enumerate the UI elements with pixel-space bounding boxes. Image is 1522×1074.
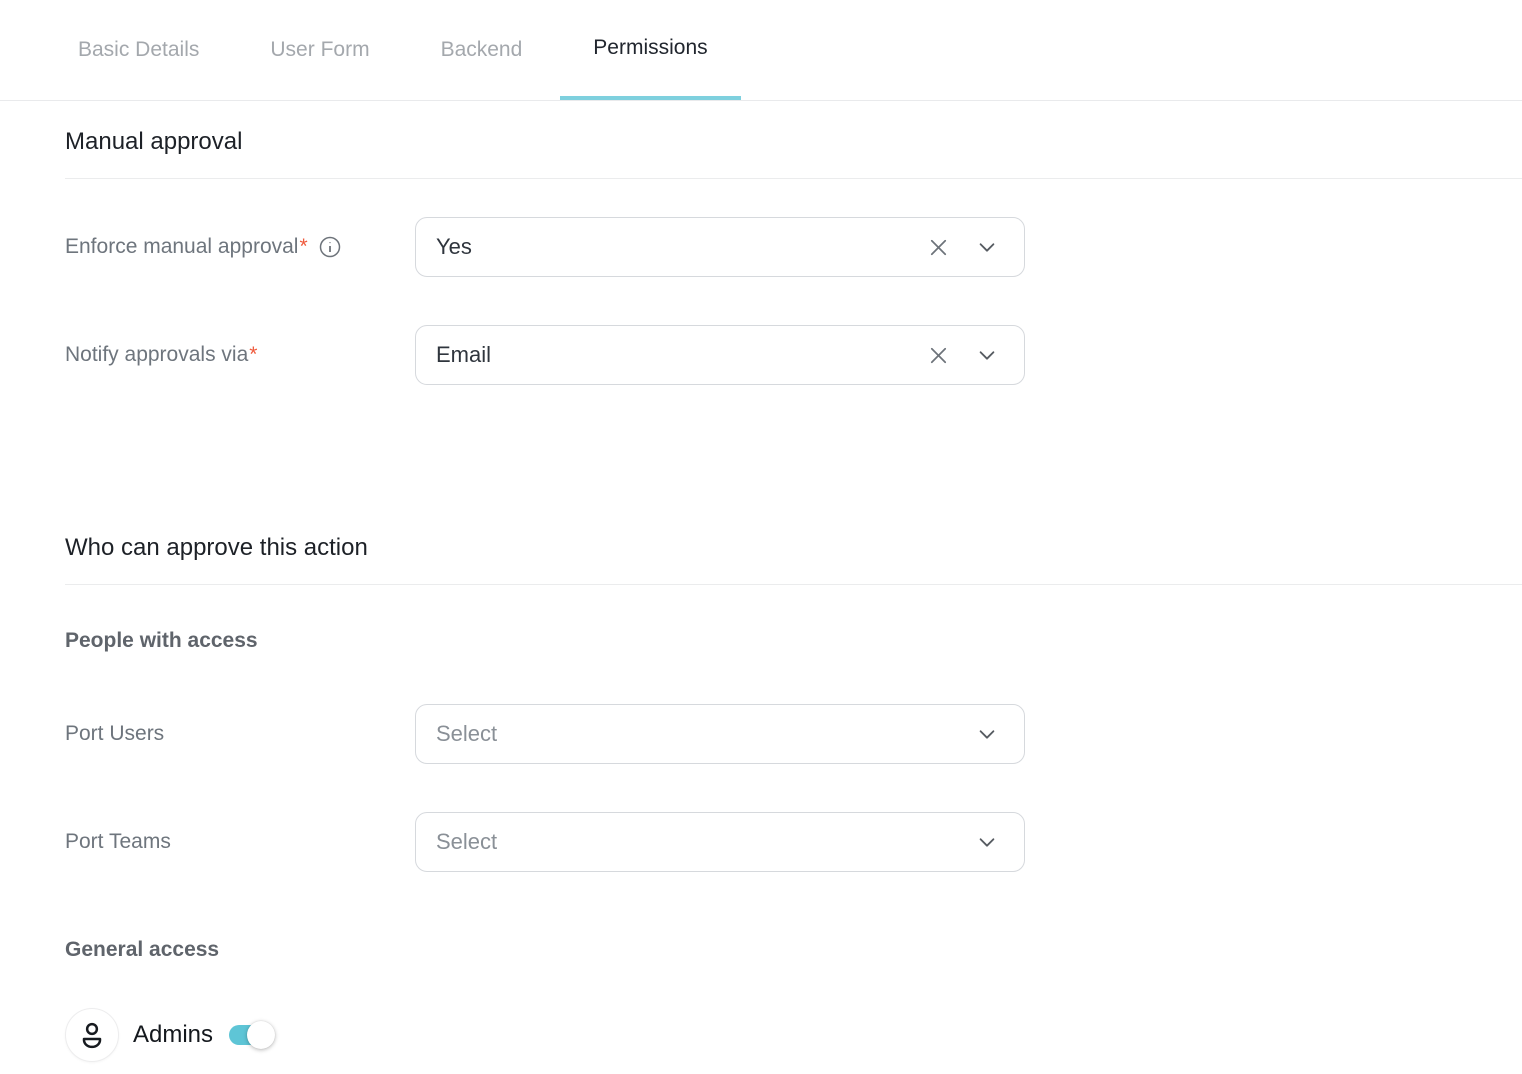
field-label-text: Port Teams bbox=[65, 830, 171, 854]
notify-approvals-via-select[interactable]: Email bbox=[415, 325, 1025, 385]
clear-icon[interactable] bbox=[927, 344, 950, 367]
person-icon bbox=[77, 1020, 107, 1050]
enforce-manual-approval-label: Enforce manual approval* bbox=[65, 235, 415, 259]
chevron-down-icon[interactable] bbox=[976, 236, 998, 258]
port-teams-row: Port Teams Select bbox=[65, 812, 1522, 872]
chevron-down-icon[interactable] bbox=[976, 723, 998, 745]
clear-icon[interactable] bbox=[927, 236, 950, 259]
notify-approvals-via-row: Notify approvals via* Email bbox=[65, 325, 1522, 385]
tab-bar: Basic Details User Form Backend Permissi… bbox=[0, 0, 1522, 101]
enforce-manual-approval-row: Enforce manual approval* Yes bbox=[65, 217, 1522, 277]
tab-basic-details[interactable]: Basic Details bbox=[45, 0, 232, 100]
select-value: Yes bbox=[436, 234, 927, 260]
divider bbox=[65, 584, 1522, 585]
field-label-text: Notify approvals via bbox=[65, 343, 248, 367]
admins-toggle[interactable] bbox=[229, 1021, 275, 1049]
select-placeholder: Select bbox=[436, 721, 976, 747]
required-asterisk: * bbox=[249, 343, 257, 367]
who-can-approve-title: Who can approve this action bbox=[65, 507, 1522, 584]
tab-permissions[interactable]: Permissions bbox=[560, 0, 740, 100]
required-asterisk: * bbox=[299, 235, 307, 259]
chevron-down-icon[interactable] bbox=[976, 344, 998, 366]
field-label-text: Enforce manual approval bbox=[65, 235, 298, 259]
port-users-select[interactable]: Select bbox=[415, 704, 1025, 764]
port-users-row: Port Users Select bbox=[65, 704, 1522, 764]
info-icon[interactable] bbox=[318, 235, 342, 259]
notify-approvals-via-label: Notify approvals via* bbox=[65, 343, 415, 367]
admins-label: Admins bbox=[133, 1021, 213, 1049]
select-value: Email bbox=[436, 342, 927, 368]
select-placeholder: Select bbox=[436, 829, 976, 855]
avatar bbox=[65, 1008, 119, 1062]
enforce-manual-approval-select[interactable]: Yes bbox=[415, 217, 1025, 277]
chevron-down-icon[interactable] bbox=[976, 831, 998, 853]
tab-user-form[interactable]: User Form bbox=[237, 0, 402, 100]
port-teams-label: Port Teams bbox=[65, 830, 415, 854]
toggle-thumb bbox=[247, 1021, 275, 1049]
general-access-heading: General access bbox=[65, 938, 1522, 962]
manual-approval-title: Manual approval bbox=[65, 101, 1522, 178]
people-with-access-heading: People with access bbox=[65, 629, 1522, 653]
admins-access-row: Admins bbox=[65, 1008, 1522, 1062]
port-users-label: Port Users bbox=[65, 722, 415, 746]
divider bbox=[65, 178, 1522, 179]
field-label-text: Port Users bbox=[65, 722, 164, 746]
tab-backend[interactable]: Backend bbox=[408, 0, 556, 100]
port-teams-select[interactable]: Select bbox=[415, 812, 1025, 872]
